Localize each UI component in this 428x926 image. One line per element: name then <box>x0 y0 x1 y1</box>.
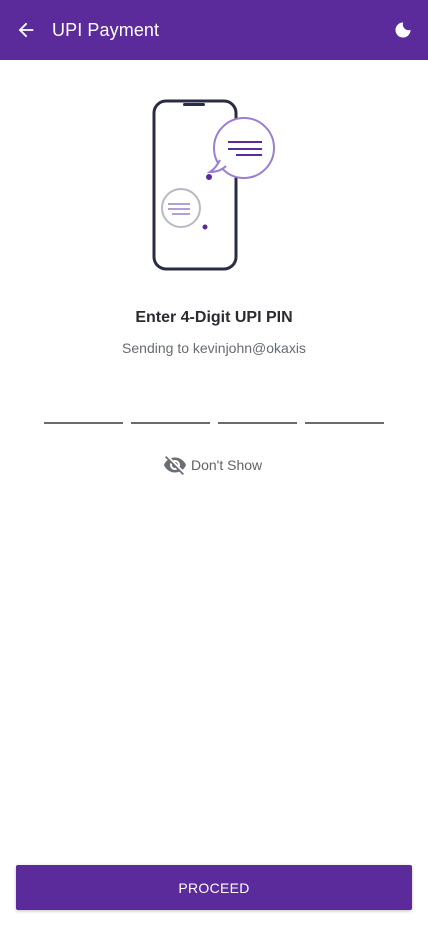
pin-visibility-toggle[interactable]: Don't Show <box>163 453 262 477</box>
pin-title: Enter 4-Digit UPI PIN <box>135 309 293 326</box>
pin-digit-4[interactable] <box>305 392 384 424</box>
pin-digit-2[interactable] <box>131 392 210 424</box>
pin-digit-3[interactable] <box>218 392 297 424</box>
pin-input-row <box>44 392 384 426</box>
phone-chat-illustration <box>150 98 280 273</box>
arrow-left-icon <box>18 22 34 38</box>
upi-payment-screen: UPI Payment Enter 4-Digit UPI PIN Sendin… <box>0 0 428 926</box>
eye-off-icon <box>164 456 186 475</box>
theme-toggle-button[interactable] <box>392 19 414 41</box>
recipient-subtitle: Sending to kevinjohn@okaxis <box>122 340 306 356</box>
back-button[interactable] <box>12 16 40 44</box>
pin-digit-1[interactable] <box>44 392 123 424</box>
proceed-button[interactable]: PROCEED <box>16 865 412 910</box>
pin-visibility-label: Don't Show <box>191 457 263 473</box>
page-title: UPI Payment <box>52 20 160 40</box>
moon-icon <box>395 22 411 38</box>
app-bar: UPI Payment <box>0 0 428 60</box>
